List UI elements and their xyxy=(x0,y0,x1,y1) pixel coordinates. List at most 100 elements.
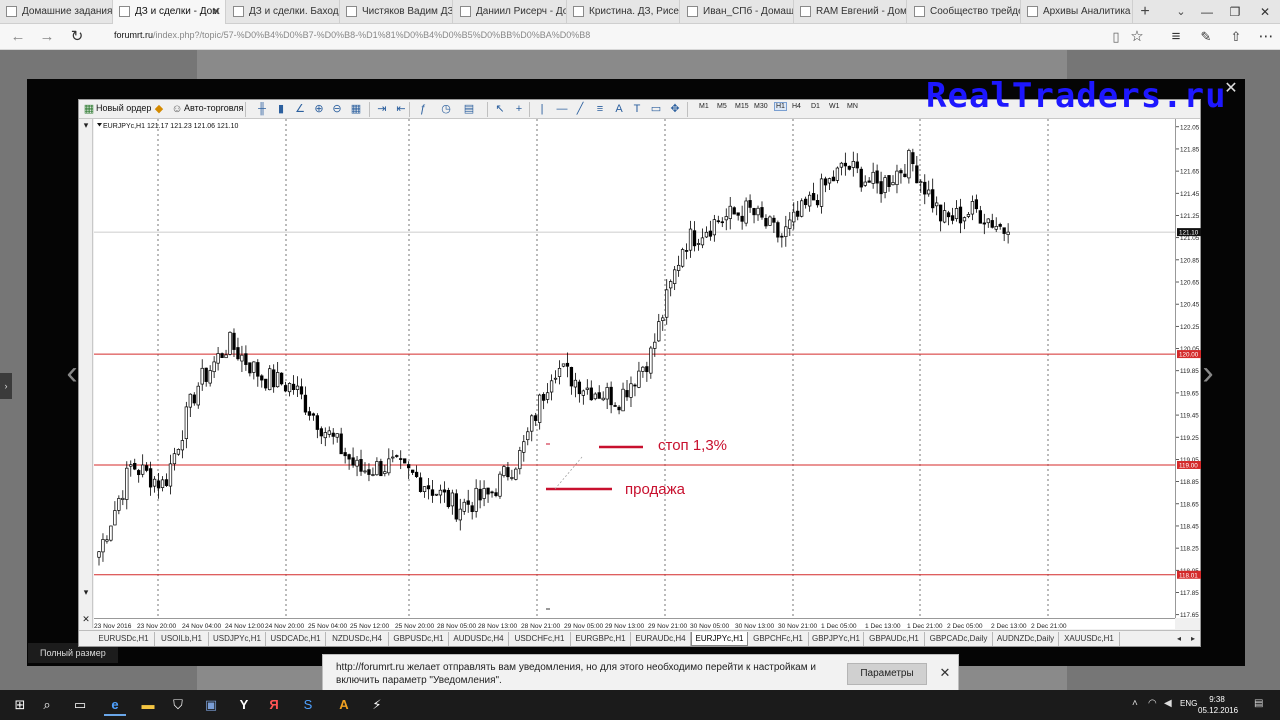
label-icon[interactable]: T xyxy=(630,102,644,116)
refresh-icon[interactable]: ↻ xyxy=(67,27,87,47)
channel-icon[interactable]: ≡ xyxy=(593,102,607,116)
symbol-tab[interactable]: NZDUSDc,H4 xyxy=(326,632,389,646)
symbol-tab[interactable]: USDCADc,H1 xyxy=(266,632,326,646)
new-order-icon[interactable]: ▦ xyxy=(82,102,96,116)
arrows-icon[interactable]: ✥ xyxy=(668,102,682,116)
timeframe-m30-button[interactable]: M30 xyxy=(754,103,768,110)
symbol-tab[interactable]: EURUSDc,H1 xyxy=(93,632,155,646)
chart-shift-icon[interactable]: ⇤ xyxy=(394,102,408,116)
crosshair-icon[interactable]: + xyxy=(512,102,526,116)
timeframe-d1-button[interactable]: D1 xyxy=(811,103,820,110)
symbol-tab[interactable]: EURJPYc,H1 xyxy=(691,632,748,646)
horizontal-line-icon[interactable]: — xyxy=(555,102,569,116)
maximize-icon[interactable]: ❐ xyxy=(1220,0,1250,24)
forward-icon[interactable]: → xyxy=(37,27,57,47)
sidebar-toggle[interactable]: › xyxy=(0,373,12,399)
collapse-icon[interactable]: ▾ xyxy=(81,120,91,130)
skype-icon[interactable]: S xyxy=(297,694,319,716)
tile-windows-icon[interactable]: ▦ xyxy=(349,102,363,116)
symbol-tab[interactable]: GBPAUDc,H1 xyxy=(864,632,925,646)
timeframe-w1-button[interactable]: W1 xyxy=(829,103,840,110)
tray-expand-icon[interactable]: ˄ xyxy=(1132,698,1138,709)
reading-view-icon[interactable]: ▯ xyxy=(1106,27,1126,47)
symbol-tab[interactable]: USDCHFc,H1 xyxy=(509,632,571,646)
zoom-out-icon[interactable]: ⊖ xyxy=(330,102,344,116)
hub-menu-icon[interactable]: ≡ xyxy=(1166,27,1186,47)
symbol-tab[interactable]: AUDUSDc,H4 xyxy=(449,632,509,646)
symbol-tab[interactable]: EURAUDc,H4 xyxy=(631,632,691,646)
close-icon[interactable]: ✕ xyxy=(81,614,91,624)
browser-tab[interactable]: Иван_СПб - Домашни xyxy=(681,0,794,24)
indicators-icon[interactable]: ƒ xyxy=(416,102,430,116)
notification-settings-button[interactable]: Параметры xyxy=(847,663,927,685)
yandex-browser-icon[interactable]: Y xyxy=(233,694,255,716)
line-chart-icon[interactable]: ∠ xyxy=(293,102,307,116)
back-icon[interactable]: ← xyxy=(8,27,28,47)
candle-chart-icon[interactable]: ▮ xyxy=(274,102,288,116)
text-label-icon[interactable]: A xyxy=(612,102,626,116)
favorite-star-icon[interactable]: ☆ xyxy=(1127,27,1147,47)
symbol-tabs-left-arrow[interactable]: ◂ xyxy=(1173,632,1185,646)
symbol-tab[interactable]: AUDNZDc,Daily xyxy=(993,632,1059,646)
trendline-icon[interactable]: ╱ xyxy=(573,102,587,116)
timeframe-m15-button[interactable]: M15 xyxy=(735,103,749,110)
tab-list-chevron-icon[interactable]: ⌄ xyxy=(1169,0,1193,24)
metatrader-icon[interactable]: ⚡ xyxy=(366,694,388,716)
browser-tab[interactable]: ДЗ и сделки. Баходир xyxy=(227,0,340,24)
browser-tab[interactable]: ДЗ и сделки - Дом ✕ xyxy=(113,0,226,24)
bar-chart-icon[interactable]: ╫ xyxy=(255,102,269,116)
symbol-tab[interactable]: GBPJPYc,H1 xyxy=(809,632,864,646)
vertical-line-icon[interactable]: | xyxy=(535,102,549,116)
symbol-tab[interactable]: XAUUSDc,H1 xyxy=(1059,632,1120,646)
timeframe-m1-button[interactable]: M1 xyxy=(699,103,709,110)
share-icon[interactable]: ⇧ xyxy=(1226,27,1246,47)
lightbox-close-icon[interactable]: ✕ xyxy=(1222,81,1240,99)
symbol-tab[interactable]: USDJPYc,H1 xyxy=(209,632,266,646)
timeframe-m5-button[interactable]: M5 xyxy=(717,103,727,110)
volume-icon[interactable]: ◀ xyxy=(1164,698,1172,709)
arrow-down-icon[interactable]: ▾ xyxy=(81,587,91,597)
browser-tab[interactable]: Архивы Аналитика - F xyxy=(1021,0,1133,24)
wifi-icon[interactable]: ◠ xyxy=(1148,698,1157,709)
cursor-icon[interactable]: ↖ xyxy=(493,102,507,116)
symbol-tabs-right-arrow[interactable]: ▸ xyxy=(1187,632,1199,646)
templates-icon[interactable]: ▤ xyxy=(462,102,476,116)
window-close-icon[interactable]: ✕ xyxy=(1250,0,1280,24)
system-clock[interactable]: 9:38 05.12.2016 xyxy=(1198,694,1238,716)
symbol-tab[interactable]: GBPUSDc,H1 xyxy=(389,632,449,646)
task-view-icon[interactable]: ▭ xyxy=(69,694,91,716)
zoom-in-icon[interactable]: ⊕ xyxy=(312,102,326,116)
address-bar[interactable]: forumrt.ru/index.php?/topic/57-%D0%B4%D0… xyxy=(114,30,590,40)
autotrading-button[interactable]: Авто-торговля xyxy=(184,103,243,113)
app-a-icon[interactable]: A xyxy=(333,694,355,716)
symbol-tab[interactable]: USOILb,H1 xyxy=(155,632,209,646)
windows-start-icon[interactable]: ⊞ xyxy=(9,694,31,716)
notifications-icon[interactable]: ▤ xyxy=(1254,698,1263,709)
minimize-icon[interactable]: — xyxy=(1192,0,1222,24)
browser-tab[interactable]: Домашние задания и xyxy=(0,0,113,24)
browser-tab[interactable]: Сообщество трейдер xyxy=(908,0,1021,24)
pinned-app-icon[interactable]: ▣ xyxy=(200,694,222,716)
browser-tab[interactable]: Чистяков Вадим ДЗ - xyxy=(340,0,453,24)
yandex-icon[interactable]: Я xyxy=(263,694,285,716)
browser-tab[interactable]: Кристина. ДЗ, Рисерч xyxy=(567,0,680,24)
file-explorer-icon[interactable]: ▬ xyxy=(137,694,159,716)
autotrading-icon[interactable]: ◆ xyxy=(152,102,166,116)
browser-tab[interactable]: RAM Евгений - Дома xyxy=(794,0,907,24)
tab-close-icon[interactable]: ✕ xyxy=(212,0,221,24)
web-note-icon[interactable]: ✎ xyxy=(1196,27,1216,47)
keyboard-language[interactable]: ENG xyxy=(1180,699,1197,708)
price-chart[interactable]: стоп 1,3% продажа EURJPYc,H1 121.17 121.23… xyxy=(94,119,1175,618)
autoscroll-icon[interactable]: ⇥ xyxy=(375,102,389,116)
timeframe-h4-button[interactable]: H4 xyxy=(792,103,801,110)
timeframe-h1-button[interactable]: H1 xyxy=(774,102,787,111)
edge-browser-icon[interactable]: e xyxy=(104,694,126,716)
notification-close-icon[interactable]: ✕ xyxy=(937,665,953,681)
new-tab-button[interactable]: + xyxy=(1133,0,1157,24)
search-icon[interactable]: ⌕ xyxy=(36,694,58,716)
store-icon[interactable]: ⛉ xyxy=(167,694,189,716)
browser-tab[interactable]: Даниил Рисерч - Дом xyxy=(454,0,567,24)
shapes-icon[interactable]: ▭ xyxy=(649,102,663,116)
periods-icon[interactable]: ◷ xyxy=(439,102,453,116)
timeframe-mn-button[interactable]: MN xyxy=(847,103,858,110)
